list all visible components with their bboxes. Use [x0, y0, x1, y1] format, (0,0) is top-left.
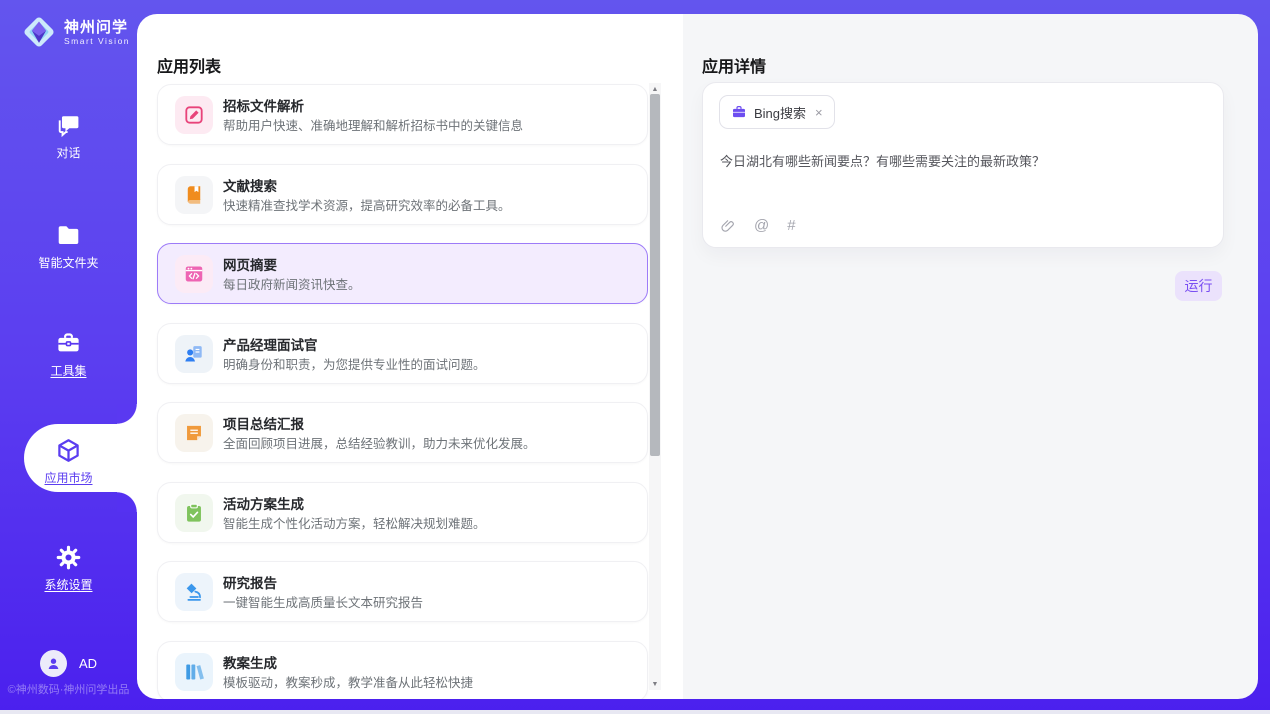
app-card-title: 教案生成 [223, 652, 277, 672]
microscope-icon [183, 581, 205, 603]
gear-icon [55, 544, 82, 571]
app-card-desc: 模板驱动，教案秒成，教学准备从此轻松快捷 [223, 672, 473, 691]
app-card-title: 项目总结汇报 [223, 413, 304, 433]
at-icon[interactable]: @ [754, 218, 769, 234]
composer-toolbar: @ # [720, 218, 796, 234]
avatar[interactable] [40, 650, 67, 677]
app-card[interactable]: 教案生成 模板驱动，教案秒成，教学准备从此轻松快捷 [157, 641, 648, 700]
query-input[interactable]: 今日湖北有哪些新闻要点？有哪些需要关注的最新政策？ [720, 151, 1206, 170]
app-card[interactable]: 产品经理面试官 明确身份和职责，为您提供专业性的面试问题。 [157, 323, 648, 384]
scrollbar-thumb[interactable] [650, 94, 660, 456]
app-card[interactable]: 文献搜索 快速精准查找学术资源，提高研究效率的必备工具。 [157, 164, 648, 225]
app-list-panel: 应用列表 招标文件解析 帮助用户快速、准确地理解和解析招标书中的关键信息 文献搜… [137, 14, 683, 699]
chat-icon [55, 112, 82, 139]
sidebar-item-5[interactable]: 系统设置 [0, 544, 137, 593]
app-list: 招标文件解析 帮助用户快速、准确地理解和解析招标书中的关键信息 文献搜索 快速精… [157, 84, 648, 699]
app-card-title: 文献搜索 [223, 175, 277, 195]
interview-icon [183, 343, 205, 365]
app-card-desc: 帮助用户快速、准确地理解和解析招标书中的关键信息 [223, 115, 523, 134]
sidebar: 神州问学 Smart Vision 对话 智能文件夹 工具集 应用市场 系统设置… [0, 0, 137, 710]
sidebar-item-4[interactable]: 应用市场 [0, 437, 137, 486]
app-detail-title: 应用详情 [702, 53, 766, 77]
books-icon [183, 661, 205, 683]
prompt-card: Bing搜索 × 今日湖北有哪些新闻要点？有哪些需要关注的最新政策？ @ # [702, 82, 1224, 248]
book-icon [183, 184, 205, 206]
app-card-desc: 快速精准查找学术资源，提高研究效率的必备工具。 [223, 195, 511, 214]
user-row[interactable]: AD [40, 650, 97, 677]
app-card-title: 招标文件解析 [223, 95, 304, 115]
content-shell: 应用列表 招标文件解析 帮助用户快速、准确地理解和解析招标书中的关键信息 文献搜… [137, 14, 1258, 699]
clipboard-check-icon [183, 502, 205, 524]
brand-tagline: Smart Vision [64, 36, 130, 46]
app-card-desc: 每日政府新闻资讯快查。 [223, 274, 361, 293]
app-card[interactable]: 招标文件解析 帮助用户快速、准确地理解和解析招标书中的关键信息 [157, 84, 648, 145]
browser-code-icon [183, 263, 205, 285]
brand-logo: 神州问学 Smart Vision [20, 13, 130, 51]
app-card-desc: 一键智能生成高质量长文本研究报告 [223, 592, 423, 611]
tool-chip-label: Bing搜索 [754, 103, 806, 122]
app-card-desc: 明确身份和职责，为您提供专业性的面试问题。 [223, 354, 486, 373]
note-icon [183, 422, 205, 444]
hash-icon[interactable]: # [787, 218, 795, 234]
diamond-logo-icon [20, 13, 58, 51]
tool-chip-bing-search[interactable]: Bing搜索 × [719, 95, 835, 129]
app-card-desc: 智能生成个性化活动方案，轻松解决规划难题。 [223, 513, 486, 532]
sidebar-footer: ©神州数码·神州问学出品 [0, 681, 137, 697]
briefcase-icon [731, 104, 747, 120]
edit-square-icon [183, 104, 205, 126]
app-card-title: 活动方案生成 [223, 493, 304, 513]
app-card-title: 产品经理面试官 [223, 334, 318, 354]
sidebar-item-3[interactable]: 工具集 [0, 330, 137, 379]
person-icon [45, 655, 62, 672]
app-window: 神州问学 Smart Vision 对话 智能文件夹 工具集 应用市场 系统设置… [0, 0, 1270, 714]
app-card[interactable]: 项目总结汇报 全面回顾项目进展，总结经验教训，助力未来优化发展。 [157, 402, 648, 463]
app-card[interactable]: 活动方案生成 智能生成个性化活动方案，轻松解决规划难题。 [157, 482, 648, 543]
folder-icon [55, 222, 82, 249]
brand-name: 神州问学 [64, 19, 130, 36]
app-card-desc: 全面回顾项目进展，总结经验教训，助力未来优化发展。 [223, 433, 536, 452]
app-card[interactable]: 研究报告 一键智能生成高质量长文本研究报告 [157, 561, 648, 622]
chip-close-icon[interactable]: × [815, 106, 823, 119]
app-card-title: 研究报告 [223, 572, 277, 592]
paperclip-icon[interactable] [720, 218, 736, 234]
run-button[interactable]: 运行 [1175, 271, 1222, 301]
bottom-frame-strip [0, 710, 1270, 714]
scroll-down-arrow-icon[interactable]: ▼ [649, 678, 661, 690]
list-scrollbar[interactable]: ▲ ▼ [649, 83, 661, 690]
app-list-title: 应用列表 [157, 53, 221, 77]
user-initials: AD [79, 656, 97, 671]
app-card[interactable]: 网页摘要 每日政府新闻资讯快查。 [157, 243, 648, 304]
toolbox-icon [55, 330, 82, 357]
app-detail-panel: 应用详情 Bing搜索 × 今日湖北有哪些新闻要点？有哪些需要关注的最新政策？ … [683, 14, 1258, 699]
sidebar-item-2[interactable]: 智能文件夹 [0, 222, 137, 271]
sidebar-item-1[interactable]: 对话 [0, 112, 137, 161]
cube-icon [55, 437, 82, 464]
app-card-title: 网页摘要 [223, 254, 277, 274]
